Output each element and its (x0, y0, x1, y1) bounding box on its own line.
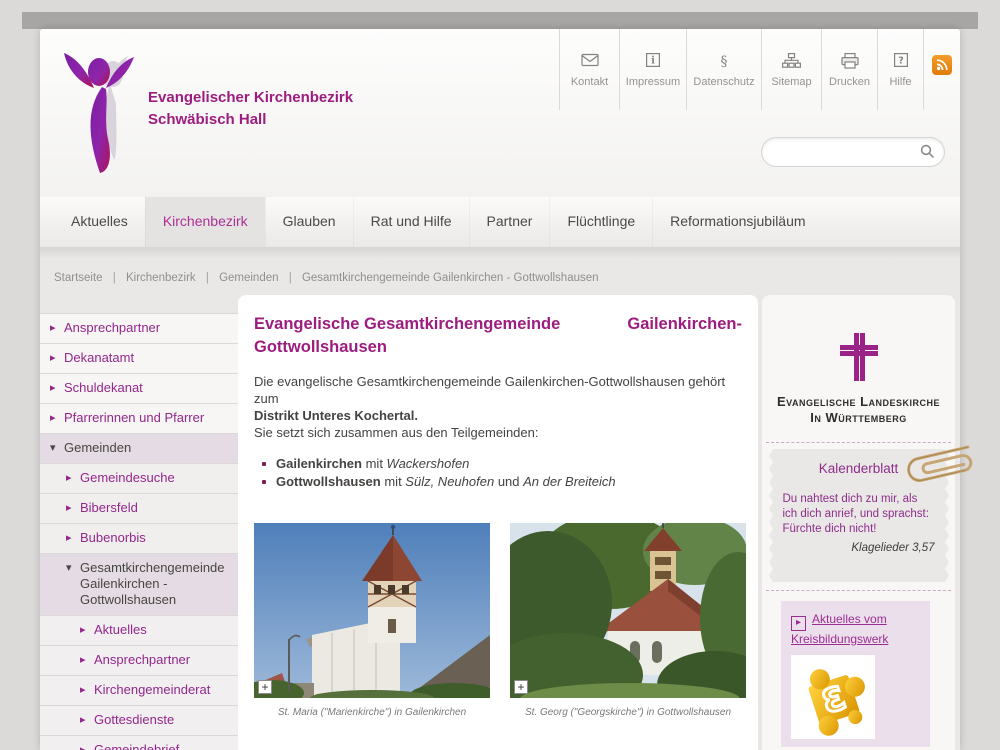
right-panel: Evangelische Landeskirche In Württemberg… (762, 295, 955, 750)
breadcrumb-current: Gesamtkirchengemeinde Gailenkirchen - Go… (302, 272, 599, 284)
utility-label: Sitemap (762, 76, 821, 88)
help-icon: ? (878, 53, 923, 71)
top-gray-bar (22, 12, 978, 29)
nav-fluechtlinge[interactable]: Flüchtlinge (549, 197, 652, 247)
sidebar-item-aktuelles[interactable]: Aktuelles (40, 616, 240, 646)
site-header: Evangelischer Kirchenbezirk Schwäbisch H… (40, 29, 960, 197)
breadcrumb-separator: | (206, 272, 209, 284)
sitemap-icon (762, 53, 821, 71)
utility-sitemap[interactable]: Sitemap (761, 29, 821, 110)
intro-text: Die evangelische Gesamtkirchengemeinde G… (254, 373, 742, 441)
breadcrumb-gemeinden[interactable]: Gemeinden (219, 272, 278, 284)
main-nav: Aktuelles Kirchenbezirk Glauben Rat und … (40, 197, 960, 248)
double-cross-icon (840, 333, 878, 381)
utility-nav: Kontakt i Impressum § Datenschutz Sitema… (559, 29, 924, 110)
nav-kirchenbezirk[interactable]: Kirchenbezirk (145, 197, 265, 247)
site-title: Evangelischer Kirchenbezirk Schwäbisch H… (148, 87, 353, 131)
printer-icon (822, 53, 877, 71)
breadcrumb-separator: | (289, 272, 292, 284)
search-box (761, 137, 945, 167)
utility-label: Drucken (822, 76, 877, 88)
georgskirche-photo[interactable]: + (510, 523, 746, 698)
puzzle-piece-image[interactable]: Ɛ (791, 655, 875, 739)
utility-label: Kontakt (560, 76, 619, 88)
utility-impressum[interactable]: i Impressum (619, 29, 686, 110)
landeskirche-logo[interactable]: Evangelische Landeskirche In Württemberg (762, 295, 955, 426)
utility-label: Impressum (620, 76, 686, 88)
sidebar-item-ansprechpartner[interactable]: Ansprechpartner (40, 314, 240, 344)
list-item: Gottwollshausen mit Sülz, Neuhofen und A… (260, 473, 742, 491)
svg-text:?: ? (898, 56, 904, 67)
page-title-part1: Evangelische Gesamtkirchengemeinde (254, 313, 560, 336)
intro-line2: Sie setzt sich zusammen aus den Teilgeme… (254, 424, 742, 441)
sidebar-item-gottesdienste[interactable]: Gottesdienste (40, 706, 240, 736)
figure-marienkirche: + St. Maria ("Marienkirche") in Gailenki… (254, 523, 490, 718)
sidebar-item-bubenorbis[interactable]: Bubenorbis (40, 524, 240, 554)
mail-icon (560, 53, 619, 71)
paragraph-icon: § (687, 53, 761, 71)
sidebar-item-gesamtkirchengemeinde[interactable]: Gesamtkirchengemeinde Gailenkirchen - Go… (40, 554, 240, 616)
zoom-plus-button[interactable]: + (514, 680, 528, 694)
rss-icon[interactable] (932, 55, 952, 75)
breadcrumb: Startseite | Kirchenbezirk | Gemeinden |… (54, 272, 599, 284)
nav-reformationsjubilaeum[interactable]: Reformationsjubiläum (652, 197, 822, 247)
kalenderblatt-verse: Du nahtest dich zu mir, als ich dich anr… (769, 492, 949, 537)
utility-drucken[interactable]: Drucken (821, 29, 877, 110)
nav-glauben[interactable]: Glauben (265, 197, 353, 247)
utility-kontakt[interactable]: Kontakt (559, 29, 619, 110)
parish-list: Gailenkirchen mit Wackershofen Gottwolls… (260, 455, 742, 491)
play-icon (791, 616, 806, 631)
sidebar-item-bibersfeld[interactable]: Bibersfeld (40, 494, 240, 524)
marienkirche-photo[interactable]: + (254, 523, 490, 698)
page-title: Evangelische Gesamtkirchengemeinde Gaile… (254, 313, 742, 359)
utility-label: Datenschutz (687, 76, 761, 88)
site-logo[interactable] (56, 47, 148, 182)
svg-text:§: § (721, 54, 728, 69)
breadcrumb-startseite[interactable]: Startseite (54, 272, 103, 284)
page-body: Startseite | Kirchenbezirk | Gemeinden |… (40, 247, 960, 750)
content-panel: Evangelische Gesamtkirchengemeinde Gaile… (238, 295, 758, 750)
info-icon: i (620, 53, 686, 71)
utility-label: Hilfe (878, 76, 923, 88)
kreisbildungswerk-widget: Aktuelles vom Kreisbildungswerk Ɛ (781, 601, 930, 747)
church-figures: + St. Maria ("Marienkirche") in Gailenki… (254, 523, 742, 718)
nav-partner[interactable]: Partner (469, 197, 550, 247)
page-title-part2: Gailenkirchen- (627, 313, 742, 336)
nav-rat-und-hilfe[interactable]: Rat und Hilfe (353, 197, 469, 247)
figure-caption: St. Maria ("Marienkirche") in Gailenkirc… (254, 707, 490, 718)
page-title-part3: Gottwollshausen (254, 336, 742, 359)
breadcrumb-kirchenbezirk[interactable]: Kirchenbezirk (126, 272, 196, 284)
paperclip-icon (892, 430, 985, 499)
sidebar-item-gemeindebrief[interactable]: Gemeindebrief (40, 736, 240, 750)
kalenderblatt-widget: Kalenderblatt Du nahtest dich zu mir, al… (766, 442, 951, 591)
left-menu: Ansprechpartner Dekanatamt Schuldekanat … (40, 313, 240, 750)
nav-aktuelles[interactable]: Aktuelles (54, 197, 145, 247)
sidebar-item-pfarrerinnen[interactable]: Pfarrerinnen und Pfarrer (40, 404, 240, 434)
search-input[interactable] (774, 142, 918, 162)
utility-datenschutz[interactable]: § Datenschutz (686, 29, 761, 110)
sidebar-item-kirchengemeinderat[interactable]: Kirchengemeinderat (40, 676, 240, 706)
intro-bold: Distrikt Unteres Kochertal. (254, 408, 418, 423)
svg-text:i: i (651, 56, 655, 67)
zoom-plus-button[interactable]: + (258, 680, 272, 694)
sidebar-item-gemeinden[interactable]: Gemeinden (40, 434, 240, 464)
figure-caption: St. Georg ("Georgskirche") in Gottwollsh… (510, 707, 746, 718)
kalenderblatt-source: Klagelieder 3,57 (769, 542, 949, 554)
search-icon[interactable] (920, 144, 935, 164)
intro-line1: Die evangelische Gesamtkirchengemeinde G… (254, 373, 742, 407)
breadcrumb-separator: | (113, 272, 116, 284)
sidebar-item-schuldekanat[interactable]: Schuldekanat (40, 374, 240, 404)
utility-hilfe[interactable]: ? Hilfe (877, 29, 924, 110)
site-title-line1: Evangelischer Kirchenbezirk (148, 87, 353, 109)
landeskirche-text: Evangelische Landeskirche In Württemberg (762, 394, 955, 426)
list-item: Gailenkirchen mit Wackershofen (260, 455, 742, 473)
figure-georgskirche: + St. Georg ("Georgskirche") in Gottwoll… (510, 523, 746, 718)
site-title-line2: Schwäbisch Hall (148, 109, 353, 131)
sidebar-item-gemeindesuche[interactable]: Gemeindesuche (40, 464, 240, 494)
page-shell: Evangelischer Kirchenbezirk Schwäbisch H… (40, 29, 960, 750)
sidebar-item-ansprechpartner-sub[interactable]: Ansprechpartner (40, 646, 240, 676)
sidebar-item-dekanatamt[interactable]: Dekanatamt (40, 344, 240, 374)
